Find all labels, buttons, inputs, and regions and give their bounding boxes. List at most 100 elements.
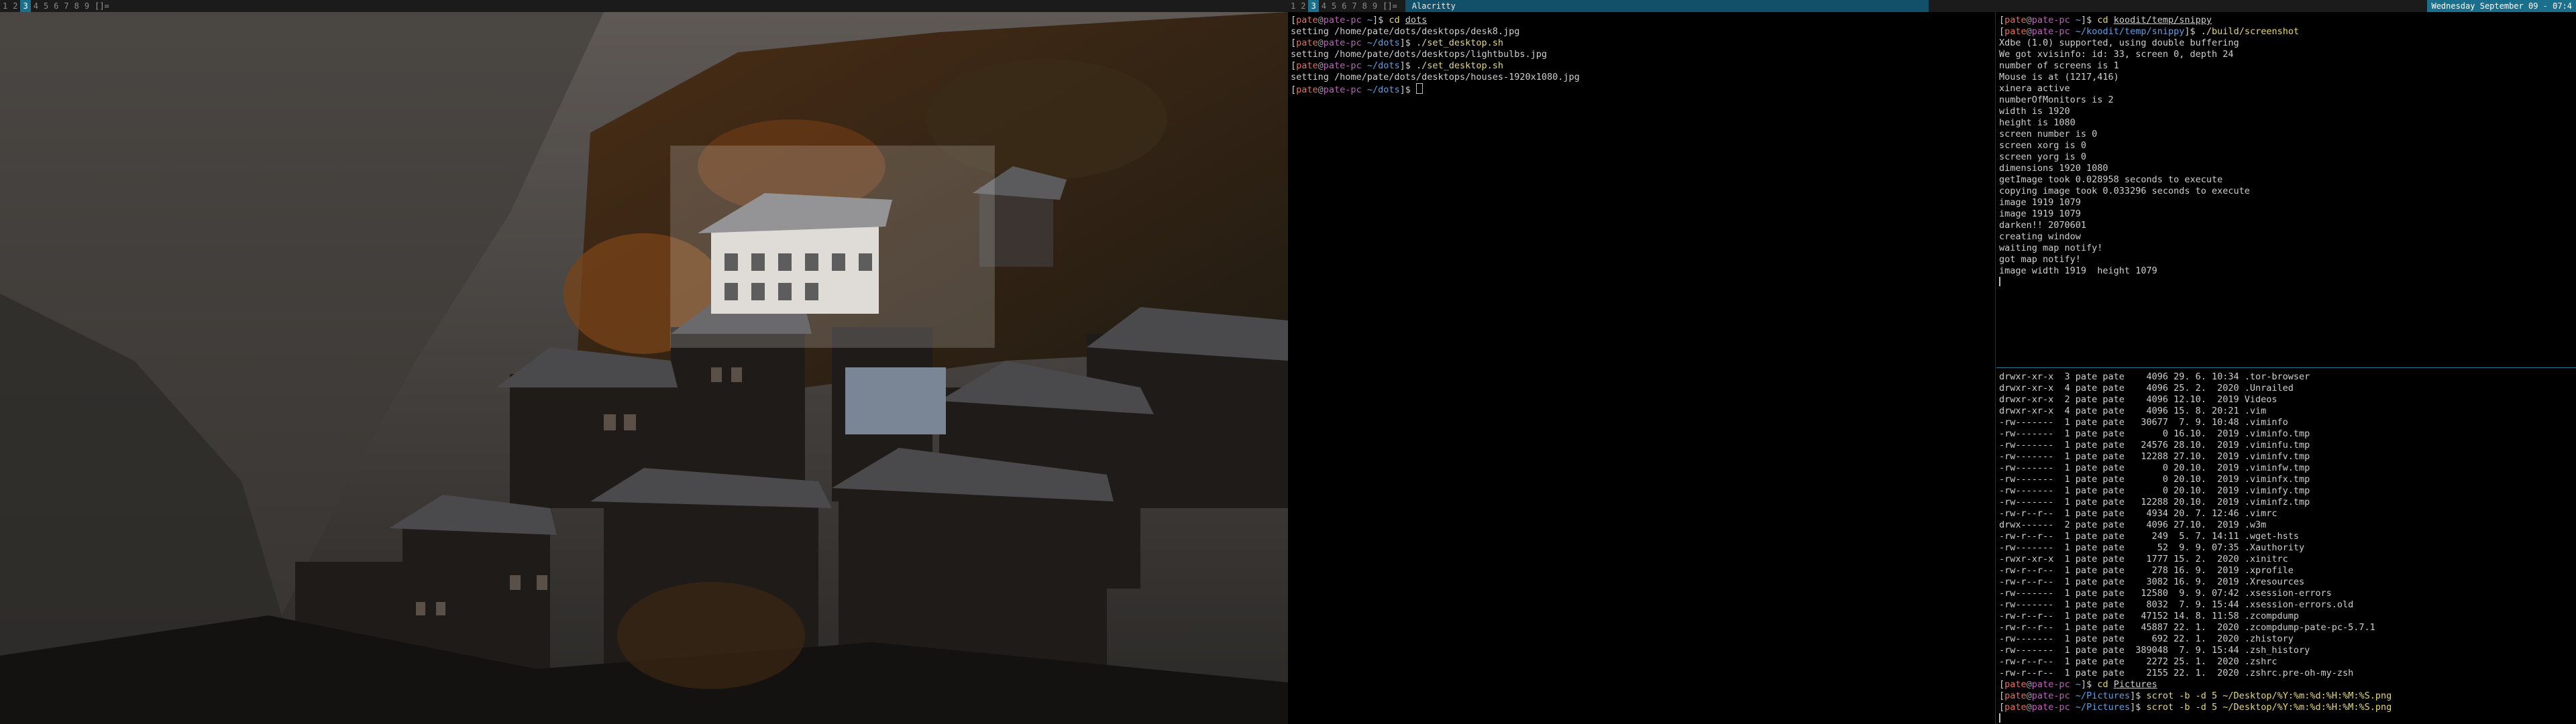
output-line: number of screens is 1 bbox=[1999, 60, 2573, 72]
output-line: got map notify! bbox=[1999, 254, 2573, 265]
left-workspace-1[interactable]: 1 bbox=[0, 0, 10, 12]
focused-window-title: Alacritty bbox=[1405, 0, 1929, 12]
left-workspace-7[interactable]: 7 bbox=[61, 0, 71, 12]
right-workspace-8[interactable]: 8 bbox=[1360, 0, 1370, 12]
right-workspace-2[interactable]: 2 bbox=[1298, 0, 1308, 12]
output-line: drwxr-xr-x 4 pate pate 4096 25. 2. 2020 … bbox=[1999, 383, 2573, 394]
command-text: ./build/screenshot bbox=[2200, 26, 2300, 37]
output-text: screen xorg is 0 bbox=[1999, 140, 2087, 151]
right-layout-indicator[interactable]: []= bbox=[1383, 1, 1397, 11]
output-text: -rw------- 1 pate pate 8032 7. 9. 15:44 … bbox=[1999, 599, 2354, 610]
right-workspace-7[interactable]: 7 bbox=[1349, 0, 1359, 12]
output-text: dimensions 1920 1080 bbox=[1999, 163, 2108, 174]
right-workspace-9[interactable]: 9 bbox=[1370, 0, 1380, 12]
prompt-line: [pate@pate-pc ~/Pictures]$ scrot -b -d 5… bbox=[1999, 702, 2392, 713]
left-workspace-8[interactable]: 8 bbox=[72, 0, 82, 12]
output-text: drwxr-xr-x 3 pate pate 4096 29. 6. 10:34… bbox=[1999, 371, 2310, 382]
right-workspace-1[interactable]: 1 bbox=[1288, 0, 1298, 12]
prompt-host: pate-pc bbox=[2031, 679, 2070, 690]
right-workspace-3[interactable]: 3 bbox=[1308, 0, 1319, 12]
left-workspace-3[interactable]: 3 bbox=[20, 0, 31, 12]
terminal-dots[interactable]: [pate@pate-pc ~]$ cd dotscd dotssetting … bbox=[1288, 12, 1996, 724]
right-workspace-5[interactable]: 5 bbox=[1329, 0, 1339, 12]
output-text: numberOfMonitors is 2 bbox=[1999, 95, 2114, 105]
output-text: -rw------- 1 pate pate 30677 7. 9. 10:48… bbox=[1999, 417, 2288, 428]
output-text: -rw-r--r-- 1 pate pate 3082 16. 9. 2019 … bbox=[1999, 577, 2305, 587]
output-line: -rw-r--r-- 1 pate pate 47152 14. 8. 11:5… bbox=[1999, 611, 2573, 622]
output-text: drwx------ 2 pate pate 4096 27.10. 2019 … bbox=[1999, 520, 2267, 530]
prompt-user: pate bbox=[2004, 679, 2027, 690]
output-text: setting /home/pate/dots/desktops/desk8.j… bbox=[1291, 26, 1520, 37]
prompt-user: pate bbox=[2004, 15, 2027, 25]
output-line: -rw------- 1 pate pate 12288 27.10. 2019… bbox=[1999, 451, 2573, 463]
prompt-path: ~/dots bbox=[1366, 60, 1400, 71]
left-workspace-2[interactable]: 2 bbox=[10, 0, 20, 12]
left-workspace-4[interactable]: 4 bbox=[31, 0, 41, 12]
prompt-line: [pate@pate-pc ~/dots]$ bbox=[1291, 83, 1992, 95]
output-text: drwxr-xr-x 4 pate pate 4096 15. 8. 20:21… bbox=[1999, 406, 2267, 416]
output-text: -rw------- 1 pate pate 692 22. 1. 2020 .… bbox=[1999, 634, 2294, 644]
output-text: Mouse is at (1217,416) bbox=[1999, 72, 2119, 82]
output-line: -rwxr-xr-x 1 pate pate 1777 15. 2. 2020 … bbox=[1999, 554, 2573, 565]
right-workspace-4[interactable]: 4 bbox=[1319, 0, 1329, 12]
output-line: drwxr-xr-x 2 pate pate 4096 12.10. 2019 … bbox=[1999, 394, 2573, 406]
output-text: image 1919 1079 bbox=[1999, 208, 2081, 219]
output-line: darken!! 2070601 bbox=[1999, 220, 2573, 231]
output-line: drwxr-xr-x 4 pate pate 4096 15. 8. 20:21… bbox=[1999, 406, 2573, 417]
prompt-user: pate bbox=[2004, 26, 2027, 37]
output-text: screen yorg is 0 bbox=[1999, 152, 2087, 162]
output-text: screen number is 0 bbox=[1999, 129, 2098, 139]
prompt-host: pate-pc bbox=[1323, 84, 1362, 95]
output-line: -rw------- 1 pate pate 692 22. 1. 2020 .… bbox=[1999, 634, 2573, 645]
terminal-snippy[interactable]: [pate@pate-pc ~]$ cd koodit/temp/snippyc… bbox=[1996, 12, 2576, 368]
prompt-user: pate bbox=[2004, 702, 2027, 713]
prompt-path: ~ bbox=[2075, 679, 2081, 690]
output-line: waiting map notify! bbox=[1999, 243, 2573, 254]
left-workspace-5[interactable]: 5 bbox=[41, 0, 51, 12]
prompt-path: ~/koodit/temp/snippy bbox=[2075, 26, 2185, 37]
left-workspace-6[interactable]: 6 bbox=[51, 0, 61, 12]
output-text: -rw------- 1 pate pate 12288 27.10. 2019… bbox=[1999, 451, 2310, 462]
prompt-line: [pate@pate-pc ~/dots]$ ./set_desktop.sh bbox=[1291, 38, 1504, 48]
prompt-user: pate bbox=[1296, 60, 1318, 71]
output-line: width is 1920 bbox=[1999, 106, 2573, 117]
output-line: drwxr-xr-x 3 pate pate 4096 29. 6. 10:34… bbox=[1999, 371, 2573, 383]
prompt-path: ~/dots bbox=[1366, 84, 1400, 95]
terminal-cursor bbox=[1416, 83, 1424, 94]
command-argument: dots bbox=[1405, 15, 1428, 25]
left-workspace-9[interactable]: 9 bbox=[82, 0, 92, 12]
prompt-path: ~ bbox=[2075, 15, 2081, 25]
prompt-host: pate-pc bbox=[1323, 15, 1362, 25]
output-text: waiting map notify! bbox=[1999, 243, 2103, 253]
output-line: screen yorg is 0 bbox=[1999, 152, 2573, 163]
output-text: setting /home/pate/dots/desktops/lightbu… bbox=[1291, 49, 1548, 60]
output-line: height is 1080 bbox=[1999, 117, 2573, 129]
output-text: creating window bbox=[1999, 231, 2081, 242]
output-line: copying image took 0.033296 seconds to e… bbox=[1999, 186, 2573, 197]
left-status-bar: 123456789 []= bbox=[0, 0, 1288, 12]
output-text: We got xvisinfo: id: 33, screen 0, depth… bbox=[1999, 49, 2234, 60]
output-line: -rw------- 1 pate pate 24576 28.10. 2019… bbox=[1999, 440, 2573, 451]
output-line bbox=[1999, 713, 2573, 724]
houses-photo bbox=[0, 12, 1288, 724]
output-line: -rw------- 1 pate pate 52 9. 9. 07:35 .X… bbox=[1999, 542, 2573, 554]
command-text: ./set_desktop.sh bbox=[1416, 60, 1504, 71]
terminal-cursor bbox=[1999, 713, 2000, 723]
prompt-user: pate bbox=[2004, 690, 2027, 701]
output-text: xinera active bbox=[1999, 83, 2070, 94]
command-argument: koodit/temp/snippy bbox=[2113, 15, 2212, 25]
output-text: height is 1080 bbox=[1999, 117, 2076, 128]
output-line: We got xvisinfo: id: 33, screen 0, depth… bbox=[1999, 49, 2573, 60]
output-text: drwxr-xr-x 2 pate pate 4096 12.10. 2019 … bbox=[1999, 394, 2277, 405]
prompt-path: ~ bbox=[1366, 15, 1373, 25]
output-line: -rw------- 1 pate pate 30677 7. 9. 10:48… bbox=[1999, 417, 2573, 428]
prompt-host: pate-pc bbox=[2031, 15, 2070, 25]
right-workspace-6[interactable]: 6 bbox=[1339, 0, 1349, 12]
screenshot-selection-region[interactable] bbox=[671, 146, 994, 347]
terminal-pictures[interactable]: drwxr-xr-x 3 pate pate 4096 29. 6. 10:34… bbox=[1996, 369, 2576, 724]
prompt-line: [pate@pate-pc ~/dots]$ ./set_desktop.sh bbox=[1291, 60, 1504, 71]
prompt-host: pate-pc bbox=[2031, 690, 2070, 701]
output-text: image 1919 1079 bbox=[1999, 197, 2081, 208]
left-layout-indicator[interactable]: []= bbox=[95, 1, 109, 11]
output-text: image width 1919 height 1079 bbox=[1999, 265, 2157, 276]
